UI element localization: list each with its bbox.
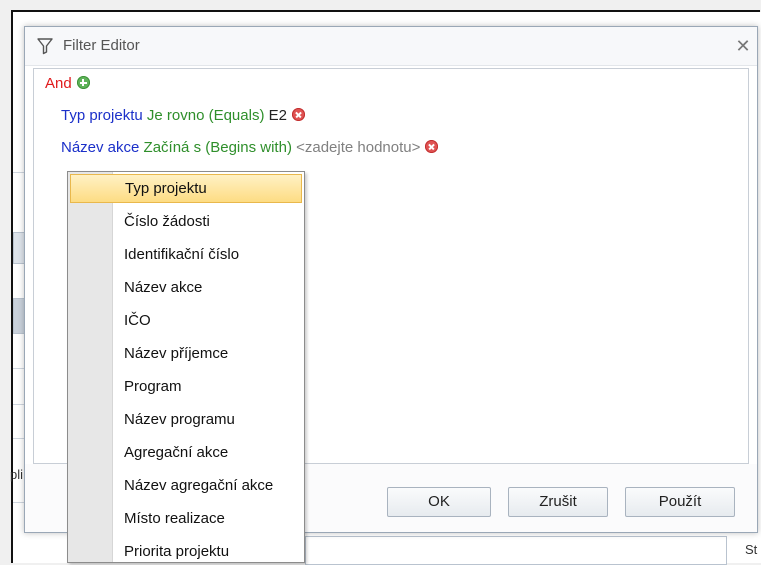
dialog-title: Filter Editor (63, 37, 140, 54)
cancel-button[interactable]: Zrušit (508, 487, 608, 517)
condition-value[interactable]: <zadejte hodnotu> (296, 139, 420, 156)
field-option[interactable]: Agregační akce (70, 438, 302, 467)
field-option-selected[interactable]: Typ projektu (70, 174, 302, 203)
field-option[interactable]: Název akce (70, 273, 302, 302)
remove-condition-icon[interactable] (425, 140, 439, 153)
field-option[interactable]: Priorita projektu (70, 537, 302, 562)
field-option[interactable]: Název programu (70, 405, 302, 434)
condition-operator[interactable]: Je rovno (Equals) (147, 107, 265, 124)
close-button[interactable]: ✕ (731, 34, 755, 58)
field-option[interactable]: Název příjemce (70, 339, 302, 368)
field-option[interactable]: Identifikační číslo (70, 240, 302, 269)
condition-row: Typ projektu Je rovno (Equals) E2 (61, 107, 305, 124)
bg-input (305, 536, 727, 565)
condition-operator[interactable]: Začíná s (Begins with) (144, 139, 292, 156)
apply-button[interactable]: Použít (625, 487, 735, 517)
dialog-titlebar: Filter Editor ✕ (25, 27, 757, 66)
condition-row: Název akce Začíná s (Begins with) <zadej… (61, 139, 439, 156)
ok-button[interactable]: OK (387, 487, 491, 517)
bg-text-fragment: St (745, 542, 758, 557)
group-operator[interactable]: And (45, 75, 72, 92)
field-option[interactable]: Místo realizace (70, 504, 302, 533)
remove-condition-icon[interactable] (291, 108, 305, 121)
condition-field[interactable]: Typ projektu (61, 107, 143, 124)
field-option[interactable]: Číslo žádosti (70, 207, 302, 236)
field-dropdown[interactable]: Typ projektu Číslo žádosti Identifikační… (67, 171, 305, 563)
condition-value[interactable]: E2 (269, 107, 287, 124)
condition-field[interactable]: Název akce (61, 139, 139, 156)
group-node: And (45, 75, 90, 92)
field-option[interactable]: IČO (70, 306, 302, 335)
bg-text-fragment: pli (10, 467, 24, 482)
add-condition-icon[interactable] (76, 76, 90, 89)
filter-icon (36, 37, 54, 55)
field-option[interactable]: Název agregační akce (70, 471, 302, 500)
field-option[interactable]: Program (70, 372, 302, 401)
